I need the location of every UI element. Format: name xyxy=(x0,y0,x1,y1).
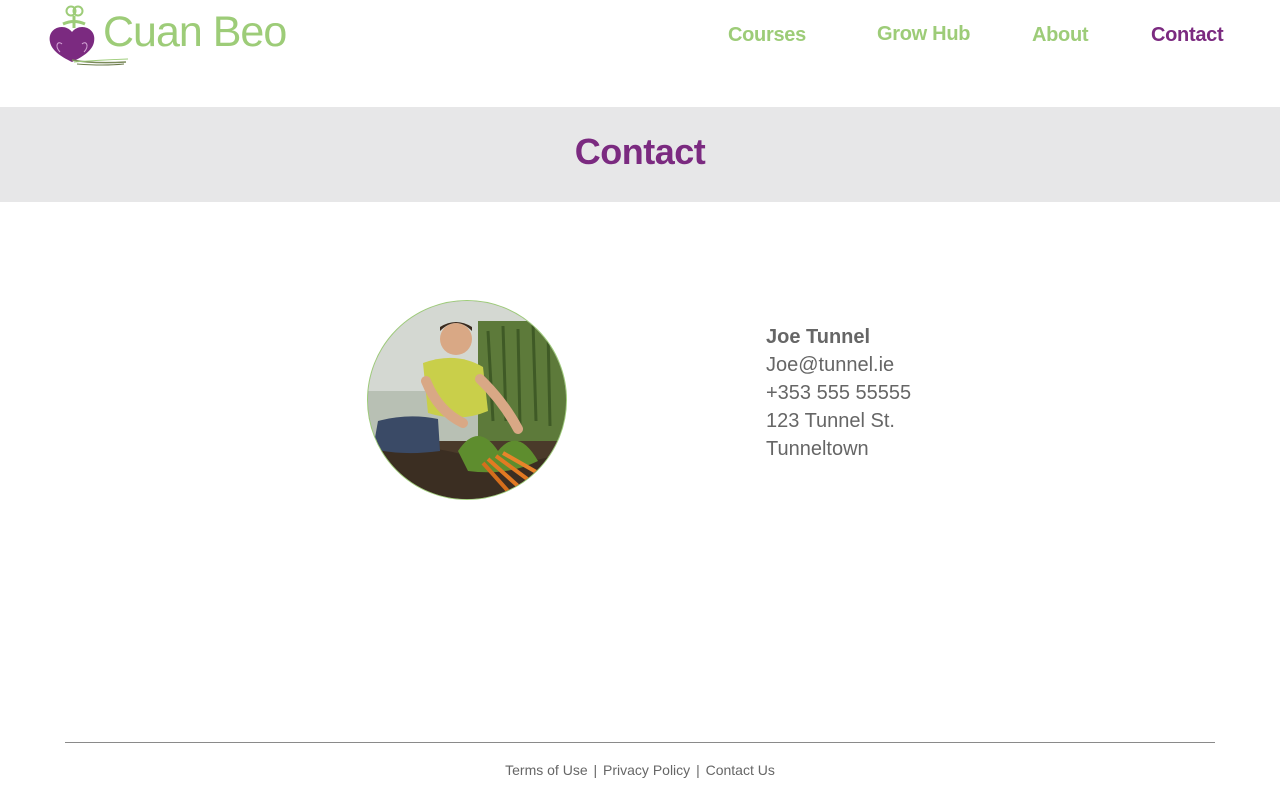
contact-details: Joe Tunnel Joe@tunnel.ie +353 555 55555 … xyxy=(766,323,911,463)
footer-privacy-link[interactable]: Privacy Policy xyxy=(603,762,690,778)
contact-address-line2: Tunneltown xyxy=(766,438,869,460)
contact-address-line1: 123 Tunnel St. xyxy=(766,410,895,432)
footer-contact-link[interactable]: Contact Us xyxy=(706,762,775,778)
contact-photo xyxy=(367,300,567,500)
page: Cuan Beo Courses Grow Hub About Contact … xyxy=(0,0,1280,801)
page-title: Contact xyxy=(574,131,706,172)
page-title-band: Contact xyxy=(0,107,1280,202)
nav-about[interactable]: About xyxy=(1032,24,1089,47)
nav-grow-hub[interactable]: Grow Hub xyxy=(877,23,970,46)
contact-phone[interactable]: +353 555 55555 xyxy=(766,379,911,407)
site-logo[interactable]: Cuan Beo xyxy=(44,2,304,70)
nav-courses[interactable]: Courses xyxy=(728,24,806,47)
logo-wordmark: Cuan Beo xyxy=(103,8,287,56)
footer-separator: | xyxy=(593,762,598,778)
contact-email[interactable]: Joe@tunnel.ie xyxy=(766,351,911,379)
footer-divider xyxy=(65,742,1215,743)
footer-links: Terms of Use | Privacy Policy | Contact … xyxy=(0,762,1280,778)
footer-terms-link[interactable]: Terms of Use xyxy=(505,762,587,778)
footer-separator: | xyxy=(696,762,700,778)
nav-contact[interactable]: Contact xyxy=(1151,24,1224,47)
person-photo-icon xyxy=(368,301,566,499)
site-header: Cuan Beo Courses Grow Hub About Contact xyxy=(0,0,1280,107)
contact-name: Joe Tunnel xyxy=(766,326,871,348)
